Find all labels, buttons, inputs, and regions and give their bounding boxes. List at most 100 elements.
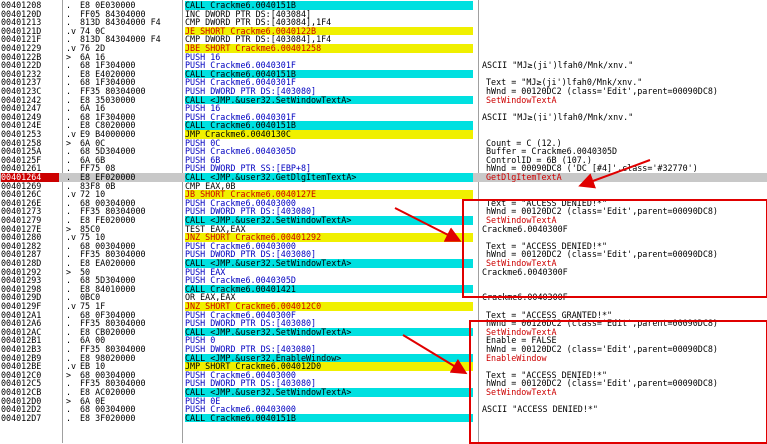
disassembly-cell: CALL Crackme6.0040151B (185, 1, 473, 10)
jump-marker: . (66, 61, 72, 70)
code-row[interactable]: 00401242. E8 35030000 CALL <JMP.&user32.Se… (0, 95, 767, 105)
disassembly-cell: TEST EAX,EAX (185, 224, 246, 234)
code-row[interactable]: 0040122B >6A 16 PUSH 16 (0, 53, 767, 62)
address-cell: 004012BE (1, 362, 42, 371)
address-cell: 0040127E (1, 224, 42, 234)
jump-marker: . (66, 379, 72, 388)
disassembly-cell: PUSH DWORD PTR DS:[403080] (185, 87, 317, 96)
address-cell: 00401287 (1, 250, 42, 259)
hex-bytes-cell: E8 3F020000 (80, 413, 136, 423)
disassembly-cell: PUSH 6B (185, 155, 221, 165)
jump-marker: . (66, 78, 72, 87)
jump-marker: . (66, 353, 72, 363)
address-cell: 00401242 (1, 95, 42, 105)
disassembly-cell: JB SHORT Crackme6.0040127E (185, 190, 473, 199)
jump-marker: . (66, 319, 72, 328)
hex-bytes-cell: 75 10 (80, 233, 106, 242)
disassembly-cell: INC DWORD PTR DS:[403084] (185, 9, 312, 19)
address-cell: 004012AC (1, 327, 42, 337)
disassembly-cell: PUSH 16 (185, 104, 221, 113)
code-row[interactable]: 00401253 .v E9 B4000000 JMP Crackme6.004013… (0, 130, 767, 139)
address-cell: 0040122B (1, 52, 42, 62)
code-row[interactable]: 00401261. FF75 08 PUSH DWORD PTR SS:[EBP+8… (0, 164, 767, 173)
disassembly-cell: CMP EAX,0B (185, 181, 236, 191)
comment-cell (482, 190, 766, 199)
code-row[interactable]: 00401249. 68 1F304000 PUSH Crackme6.004030… (0, 113, 767, 122)
comment-cell: Count = C (12.) (486, 138, 562, 148)
comment-cell: Text = "MJ≥(ji')lfah0/Mnk/xnv." (486, 78, 643, 87)
address-cell: 0040125A (1, 147, 42, 156)
code-row[interactable]: 0040125A. 68 5D304000 PUSH Crackme6.004030… (0, 147, 767, 156)
code-row[interactable]: 0040120D. FF05 84304000 INC DWORD PTR DS:[… (0, 10, 767, 19)
code-row[interactable]: 00401232. E8 E4020000 CALL Crackme6.004015… (0, 69, 767, 79)
jump-marker: . (66, 9, 72, 19)
address-cell: 004012C0 (1, 370, 42, 380)
disassembly-cell: JE SHORT Crackme6.0040122B (185, 26, 473, 36)
hex-bytes-cell: FF35 80304000 (80, 207, 146, 216)
code-row[interactable]: 0040122D. 68 1F304000 PUSH Crackme6.004030… (0, 61, 767, 70)
comment-cell: ControlID = 6B (107.) (486, 155, 592, 165)
disassembly-cell: PUSH Crackme6.0040301F (185, 78, 296, 87)
code-row[interactable]: 00401258 >6A 0C PUSH 0C Count = C (12.) (0, 139, 767, 148)
address-cell: 0040122D (1, 61, 42, 70)
code-row[interactable]: 00401247. 6A 16 PUSH 16 (0, 104, 767, 113)
jump-marker: .v (66, 190, 77, 199)
hex-bytes-cell: 813D 84304000 F4 (80, 35, 161, 44)
jump-marker: . (66, 284, 72, 294)
hex-bytes-cell: 68 1F304000 (80, 61, 136, 70)
code-row[interactable]: 00401208. E8 0E030000 CALL Crackme6.004015… (0, 1, 767, 10)
hex-bytes-cell: 85C0 (80, 224, 101, 234)
address-cell: 00401280 (1, 233, 42, 242)
disassembly-cell: CALL Crackme6.00401421 (185, 284, 473, 294)
hex-bytes-cell: 6A 0C (80, 138, 106, 148)
address-cell: 00401261 (1, 164, 42, 173)
jump-marker: .v (66, 362, 77, 371)
hex-bytes-cell: 68 00304000 (80, 370, 136, 380)
jump-marker: . (66, 69, 72, 79)
code-row[interactable]: 00401264. E8 EF020000 CALL <JMP.&user32.Ge… (0, 173, 767, 182)
disassembly-cell: CALL <JMP.&user32.SetWindowTextA> (185, 388, 473, 397)
hex-bytes-cell: 68 00304000 (80, 405, 136, 414)
jump-marker: .v (66, 44, 77, 53)
address-cell: 004012B9 (1, 353, 42, 363)
address-cell: 00401282 (1, 241, 42, 251)
address-cell: 0040126C (1, 190, 42, 199)
highlight-box-denied (462, 199, 767, 298)
jump-marker: . (66, 164, 72, 173)
code-row[interactable]: 00401213. 813D 84304000 F4 CMP DWORD PTR D… (0, 18, 767, 27)
comment-cell (482, 18, 766, 27)
comment-cell: ASCII "MJ≥(ji')lfah0/Mnk/xnv." (482, 61, 634, 70)
comment-cell (482, 302, 766, 311)
code-row[interactable]: 0040129F .v 75 1F JNZ SHORT Crackme6.004012… (0, 302, 767, 311)
code-row[interactable]: 00401229 .v 76 2D JBE SHORT Crackme6.004012… (0, 44, 767, 53)
hex-bytes-cell: E8 C8020000 (80, 121, 136, 130)
address-cell: 004012D2 (1, 405, 42, 414)
code-row[interactable]: 0040121D .v 74 0C JE SHORT Crackme6.0040122… (0, 26, 767, 36)
address-cell: 00401258 (1, 138, 42, 148)
address-cell: 0040120D (1, 9, 42, 19)
jump-marker: . (66, 95, 72, 105)
address-cell: 00401249 (1, 112, 42, 122)
code-row[interactable]: 0040121F. 813D 84304000 F4 CMP DWORD PTR D… (0, 35, 767, 44)
code-row[interactable]: 0040125F. 6A 6B PUSH 6B ControlID = 6B (107… (0, 156, 767, 165)
hex-bytes-cell: E8 FE020000 (80, 216, 136, 225)
code-row[interactable]: 00401269. 83F8 0B CMP EAX,0B (0, 182, 767, 191)
disassembly-cell: JMP Crackme6.0040130C (185, 130, 473, 139)
hex-bytes-cell: 6A 0E (80, 396, 106, 406)
code-row[interactable]: 0040124E. E8 C8020000 CALL Crackme6.004015… (0, 121, 767, 130)
code-row[interactable]: 00401237. 68 1F304000 PUSH Crackme6.004030… (0, 78, 767, 87)
hex-bytes-cell: 68 00304000 (80, 198, 136, 208)
code-row[interactable]: 004012A1. 68 0F304000 PUSH Crackme6.004030… (0, 311, 767, 320)
disassembly-cell: PUSH Crackme6.00403000 (185, 370, 296, 380)
jump-marker: . (66, 310, 72, 320)
hex-bytes-cell: FF35 80304000 (80, 379, 146, 388)
disassembly-cell: PUSH Crackme6.0040300F (185, 310, 296, 320)
jump-marker: . (66, 155, 72, 165)
jump-marker: > (66, 396, 72, 406)
code-row[interactable]: 0040123C. FF35 80304000 PUSH DWORD PTR DS:… (0, 87, 767, 96)
jump-marker: . (66, 259, 72, 268)
code-row[interactable]: 0040126C .v 72 10 JB SHORT Crackme6.0040127… (0, 190, 767, 199)
jump-marker: . (66, 405, 72, 414)
comment-cell: GetDlgItemTextA (486, 173, 562, 182)
disassembly-cell: PUSH DWORD PTR DS:[403080] (185, 345, 317, 354)
